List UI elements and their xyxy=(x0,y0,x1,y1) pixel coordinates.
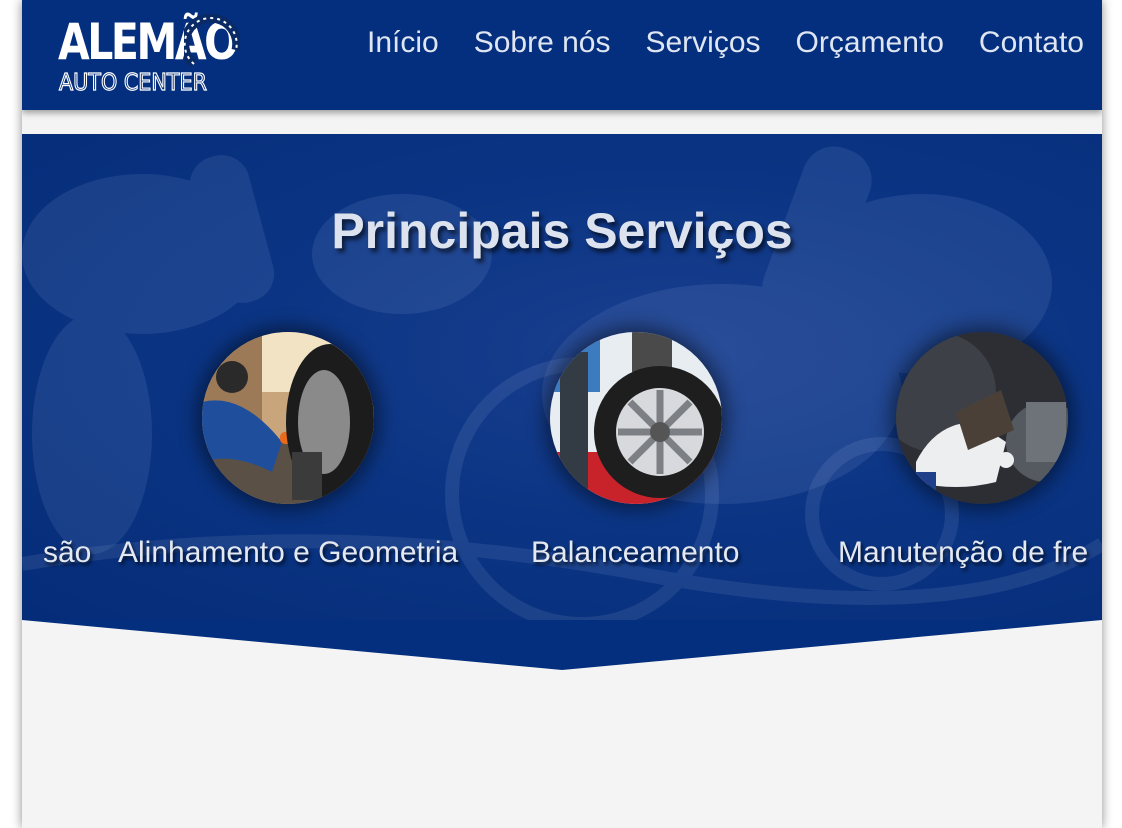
services-section: Principais Serviços são Alinhamento e Ge… xyxy=(22,134,1102,620)
nav-link-contato[interactable]: Contato xyxy=(979,22,1084,64)
nav-link-inicio[interactable]: Início xyxy=(367,22,439,64)
service-label-balanceamento[interactable]: Balanceamento xyxy=(531,533,739,573)
site-header: ALEMÃO AUTO CENTER Início Sobre nós Serv… xyxy=(22,0,1102,110)
brake-service-image[interactable] xyxy=(896,332,1068,504)
logo[interactable]: ALEMÃO AUTO CENTER xyxy=(56,10,246,98)
nav-link-orcamento[interactable]: Orçamento xyxy=(796,22,944,64)
balancing-service-image[interactable] xyxy=(550,332,722,504)
tire-icon xyxy=(184,14,240,68)
nav-link-servicos[interactable]: Serviços xyxy=(645,22,760,64)
alignment-service-image[interactable] xyxy=(202,332,374,504)
main-nav: Início Sobre nós Serviços Orçamento Cont… xyxy=(367,22,1084,64)
nav-link-sobre[interactable]: Sobre nós xyxy=(474,22,611,64)
page: ALEMÃO AUTO CENTER Início Sobre nós Serv… xyxy=(22,0,1102,828)
logo-subtitle: AUTO CENTER xyxy=(58,69,207,96)
service-label-partial[interactable]: são xyxy=(43,533,91,573)
service-label-freios[interactable]: Manutenção de fre xyxy=(838,533,1088,573)
service-label-alinhamento[interactable]: Alinhamento e Geometria xyxy=(118,533,458,573)
section-title: Principais Serviços xyxy=(331,203,793,259)
section-divider xyxy=(22,620,1102,670)
